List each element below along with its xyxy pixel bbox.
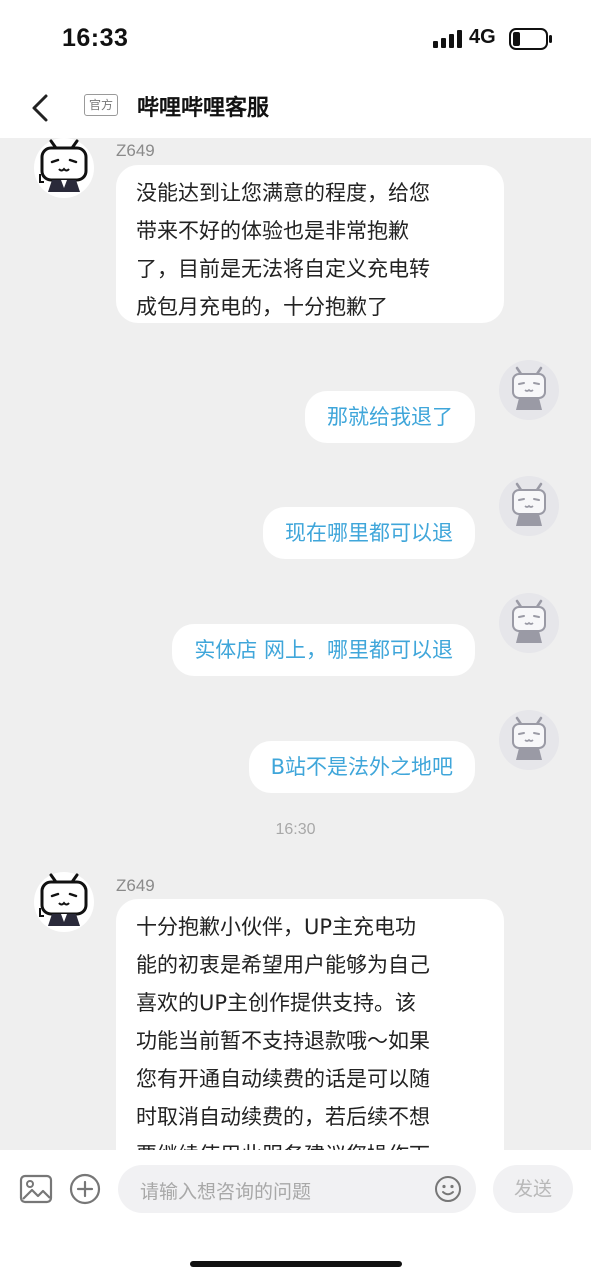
battery-icon bbox=[509, 28, 552, 50]
status-bar: 16:33 4G bbox=[0, 0, 591, 78]
send-button[interactable]: 发送 bbox=[493, 1165, 573, 1213]
agent-message-bubble[interactable]: 十分抱歉小伙伴，UP主充电功 能的初衷是希望用户能够为自己 喜欢的UP主创作提供… bbox=[116, 899, 504, 1150]
time-divider: 16:30 bbox=[275, 821, 316, 838]
network-label: 4G bbox=[469, 26, 496, 48]
message-line: 成包月充电的，十分抱歉了 bbox=[136, 295, 388, 319]
message-line: 您有开通自动续费的话是可以随 bbox=[136, 1067, 430, 1091]
bilibili-tv-mascot-icon bbox=[512, 482, 546, 526]
bilibili-tv-mascot-icon bbox=[512, 716, 546, 760]
chevron-left-icon[interactable] bbox=[26, 88, 56, 128]
input-placeholder: 请输入想咨询的问题 bbox=[140, 1181, 312, 1203]
bilibili-tv-mascot-icon bbox=[39, 139, 88, 192]
chat-area[interactable]: Z649 没能达到让您满意的程度，给您 带来不好的体验也是非常抱歉 了，目前是无… bbox=[0, 138, 591, 1150]
user-message-bubble[interactable]: 那就给我退了 bbox=[305, 391, 475, 443]
message-line: 十分抱歉小伙伴，UP主充电功 bbox=[136, 915, 417, 939]
status-time: 16:33 bbox=[62, 24, 129, 52]
agent-avatar[interactable] bbox=[34, 872, 94, 932]
message-line: 喜欢的UP主创作提供支持。该 bbox=[136, 991, 417, 1015]
page-title: 哔哩哔哩客服 bbox=[137, 96, 270, 121]
agent-message-bubble[interactable]: 没能达到让您满意的程度，给您 带来不好的体验也是非常抱歉 了，目前是无法将自定义… bbox=[116, 165, 504, 323]
user-message-bubble[interactable]: B站不是法外之地吧 bbox=[248, 741, 475, 793]
message-line: 功能当前暂不支持退款哦～如果 bbox=[136, 1029, 430, 1053]
user-message-bubble[interactable]: 实体店 网上，哪里都可以退 bbox=[172, 624, 475, 676]
user-message-bubble[interactable]: 现在哪里都可以退 bbox=[263, 507, 475, 559]
message-line: 能的初衷是希望用户能够为自己 bbox=[136, 953, 430, 977]
signal-bars-icon bbox=[433, 30, 462, 48]
user-avatar[interactable] bbox=[499, 360, 559, 420]
sender-name: Z649 bbox=[116, 141, 155, 160]
user-avatar[interactable] bbox=[499, 476, 559, 536]
bilibili-tv-mascot-icon bbox=[39, 873, 88, 926]
message-line: 时取消自动续费的，若后续不想 bbox=[136, 1105, 430, 1129]
bilibili-tv-mascot-icon bbox=[512, 599, 546, 643]
bilibili-tv-mascot-icon bbox=[512, 366, 546, 410]
message-input[interactable]: 请输入想咨询的问题 bbox=[118, 1165, 476, 1213]
home-indicator bbox=[190, 1261, 402, 1267]
message-line: 带来不好的体验也是非常抱歉 bbox=[136, 219, 409, 243]
message-line: 没能达到让您满意的程度，给您 bbox=[136, 181, 430, 205]
emoji-icon[interactable] bbox=[434, 1175, 462, 1203]
chat-header: 官方 哔哩哔哩客服 bbox=[0, 78, 591, 138]
user-avatar[interactable] bbox=[499, 710, 559, 770]
user-avatar[interactable] bbox=[499, 593, 559, 653]
message-line: 了，目前是无法将自定义充电转 bbox=[136, 257, 430, 281]
plus-circle-icon[interactable] bbox=[68, 1172, 102, 1206]
image-icon[interactable] bbox=[19, 1172, 53, 1206]
message-line: 要继续使用此服务建议您操作下 bbox=[136, 1136, 484, 1150]
agent-avatar[interactable] bbox=[34, 138, 94, 198]
official-badge: 官方 bbox=[84, 94, 119, 116]
sender-name: Z649 bbox=[116, 876, 155, 895]
